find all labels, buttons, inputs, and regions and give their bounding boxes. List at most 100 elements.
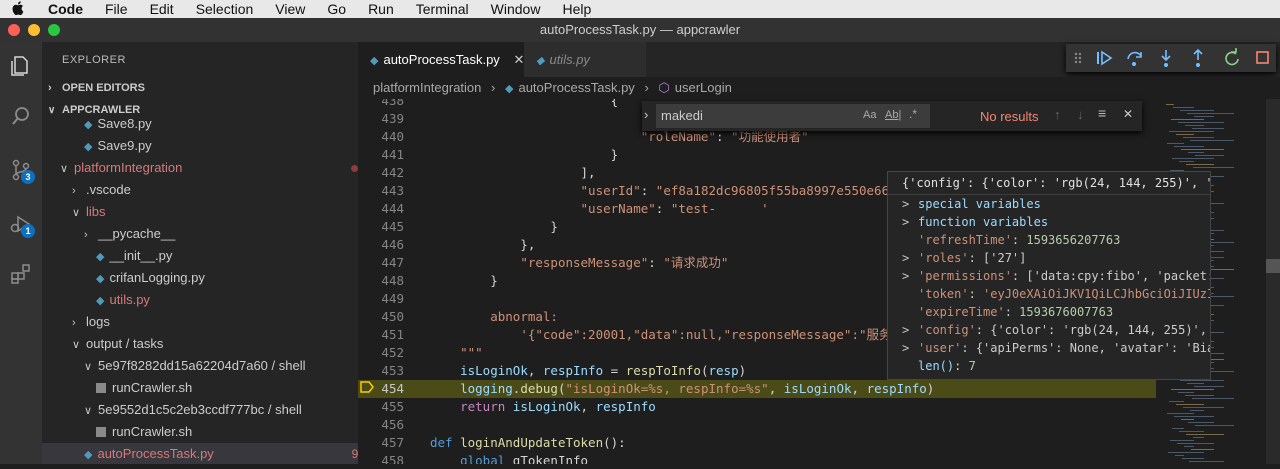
menu-view[interactable]: View [275, 1, 305, 17]
code-token: , [580, 399, 596, 414]
hover-variable-row[interactable]: > 'user': {'apiPerms': None, 'avatar': 'B… [888, 339, 1210, 357]
minimize-window-button[interactable] [28, 24, 40, 36]
hover-variable-row[interactable]: 'expireTime': 1593676007763 [888, 303, 1210, 321]
match-whole-word-icon[interactable]: Ab| [885, 109, 901, 121]
step-over-icon[interactable] [1127, 51, 1142, 66]
tree-item[interactable]: ∨ 5e97f8282dd15a62204d7a60 / shell [42, 355, 358, 377]
menu-terminal[interactable]: Terminal [416, 1, 469, 17]
apple-icon[interactable] [8, 0, 28, 18]
menu-go[interactable]: Go [327, 1, 346, 17]
step-into-icon[interactable] [1161, 50, 1171, 67]
code-token: ], [430, 165, 596, 180]
close-tab-icon[interactable]: ✕ [513, 52, 524, 67]
tree-item-label: utils.py [109, 292, 150, 307]
hover-token: 'refreshTime' [918, 233, 1012, 247]
menu-run[interactable]: Run [368, 1, 394, 17]
drag-handle-icon[interactable] [1074, 52, 1082, 64]
close-find-icon[interactable]: ✕ [1123, 107, 1133, 121]
code-token: "功能使用者" [731, 129, 809, 144]
menu-selection[interactable]: Selection [196, 1, 254, 17]
breadcrumb-file[interactable]: autoProcessTask.py [518, 80, 634, 95]
menu-file[interactable]: File [105, 1, 128, 17]
tree-item[interactable]: › logs [42, 311, 358, 333]
tree-item[interactable]: runCrawler.sh [42, 377, 358, 399]
stop-icon[interactable] [1256, 51, 1269, 64]
chevron-right-icon[interactable]: › [644, 107, 648, 122]
hover-variable-row[interactable]: > special variables [888, 195, 1210, 213]
tree-item[interactable]: ∨ platformIntegration [42, 157, 358, 179]
code-token: isLoginOk [512, 399, 581, 414]
menu-help[interactable]: Help [562, 1, 591, 17]
tree-item-label: runCrawler.sh [112, 424, 193, 439]
shell-file-icon [96, 383, 106, 393]
shell-file-icon [96, 427, 106, 437]
regex-icon[interactable]: .* [909, 107, 917, 121]
tree-item[interactable]: ◆ __init__.py [42, 245, 358, 267]
close-window-button[interactable] [8, 24, 20, 36]
tree-item[interactable]: › __pycache__ [42, 223, 358, 245]
find-input[interactable]: makedi Aa Ab| .* [656, 104, 930, 128]
tab-utils[interactable]: ◆ utils.py [524, 42, 646, 77]
tree-item[interactable]: ◆autoProcessTask.py9+, M [42, 443, 358, 464]
chevron-right-icon: > [902, 197, 910, 211]
chevron-down-icon: ∨ [84, 361, 93, 373]
hover-variable-row[interactable]: len(): 7 [888, 357, 1210, 375]
vertical-scrollbar[interactable] [1266, 99, 1280, 464]
tab-autoprocesstask[interactable]: ◆ autoProcessTask.py ✕ [358, 42, 536, 77]
chevron-down-icon: ∨ [72, 207, 81, 219]
line-number: 447 [381, 255, 404, 270]
chevron-down-icon: ∨ [72, 339, 81, 351]
tree-item[interactable]: ◆ Save8.py [42, 113, 358, 135]
line-number: 444 [381, 201, 404, 216]
find-in-selection-icon[interactable]: ≡ [1098, 105, 1106, 121]
open-editors-section[interactable]: › OPEN EDITORS [42, 77, 145, 99]
step-out-icon[interactable] [1193, 48, 1203, 67]
next-match-icon[interactable]: ↓ [1077, 107, 1084, 122]
continue-icon[interactable] [1097, 50, 1113, 66]
breakpoint-arrow-icon[interactable] [360, 381, 374, 393]
search-icon[interactable] [5, 100, 37, 132]
breadcrumb-folder[interactable]: platformIntegration [373, 80, 481, 95]
tree-item[interactable]: ◆ Save9.py [42, 135, 358, 157]
open-editors-label: OPEN EDITORS [62, 82, 145, 94]
line-number: 450 [381, 309, 404, 324]
zoom-window-button[interactable] [48, 24, 60, 36]
code-text: } [430, 272, 498, 290]
tree-item-label: runCrawler.sh [112, 380, 193, 395]
tree-item[interactable]: › .vscode [42, 179, 358, 201]
tree-item[interactable]: ∨ libs [42, 201, 358, 223]
hover-token: : [1004, 305, 1020, 319]
explorer-icon[interactable] [5, 50, 37, 82]
hover-variable-row[interactable]: 'refreshTime': 1593656207763 [888, 231, 1210, 249]
code-token: ) [738, 363, 747, 378]
hover-variable-row[interactable]: > 'permissions': ['data:cpy:fibo', 'packe… [888, 267, 1210, 285]
tree-item[interactable]: ∨ 5e9552d1c5c2eb3ccdf777bc / shell [42, 399, 358, 421]
tree-item[interactable]: ∨ output / tasks [42, 333, 358, 355]
restart-icon[interactable] [1225, 48, 1239, 66]
python-file-icon: ◆ [84, 141, 93, 153]
menu-app-name[interactable]: Code [48, 1, 83, 17]
previous-match-icon[interactable]: ↑ [1054, 107, 1061, 122]
line-number: 455 [381, 399, 404, 414]
hover-variable-row[interactable]: > 'config': {'color': 'rgb(24, 144, 255)'… [888, 321, 1210, 339]
hover-variable-row[interactable]: > 'roles': ['27'] [888, 249, 1210, 267]
hover-variable-row[interactable]: > function variables [888, 213, 1210, 231]
source-control-icon[interactable]: 3 [5, 154, 37, 186]
run-debug-icon[interactable]: 1 [5, 208, 37, 240]
match-case-icon[interactable]: Aa [863, 109, 876, 121]
scrollbar-thumb[interactable] [1266, 259, 1280, 273]
tree-item[interactable]: runCrawler.sh [42, 421, 358, 443]
extensions-icon[interactable] [5, 258, 37, 290]
breadcrumb-symbol[interactable]: userLogin [675, 80, 732, 95]
tree-item[interactable]: ◆utils.py9+ [42, 289, 358, 311]
code-text: }, [430, 236, 535, 254]
tree-item[interactable]: ◆ crifanLogging.py [42, 267, 358, 289]
hover-variable-row[interactable]: 'token': 'eyJ0eXAiOiJKV1QiLCJhbGciOiJIUz… [888, 285, 1210, 303]
hover-token: : [1011, 269, 1027, 283]
line-number: 439 [381, 111, 404, 126]
menu-edit[interactable]: Edit [150, 1, 174, 17]
menu-window[interactable]: Window [491, 1, 541, 17]
